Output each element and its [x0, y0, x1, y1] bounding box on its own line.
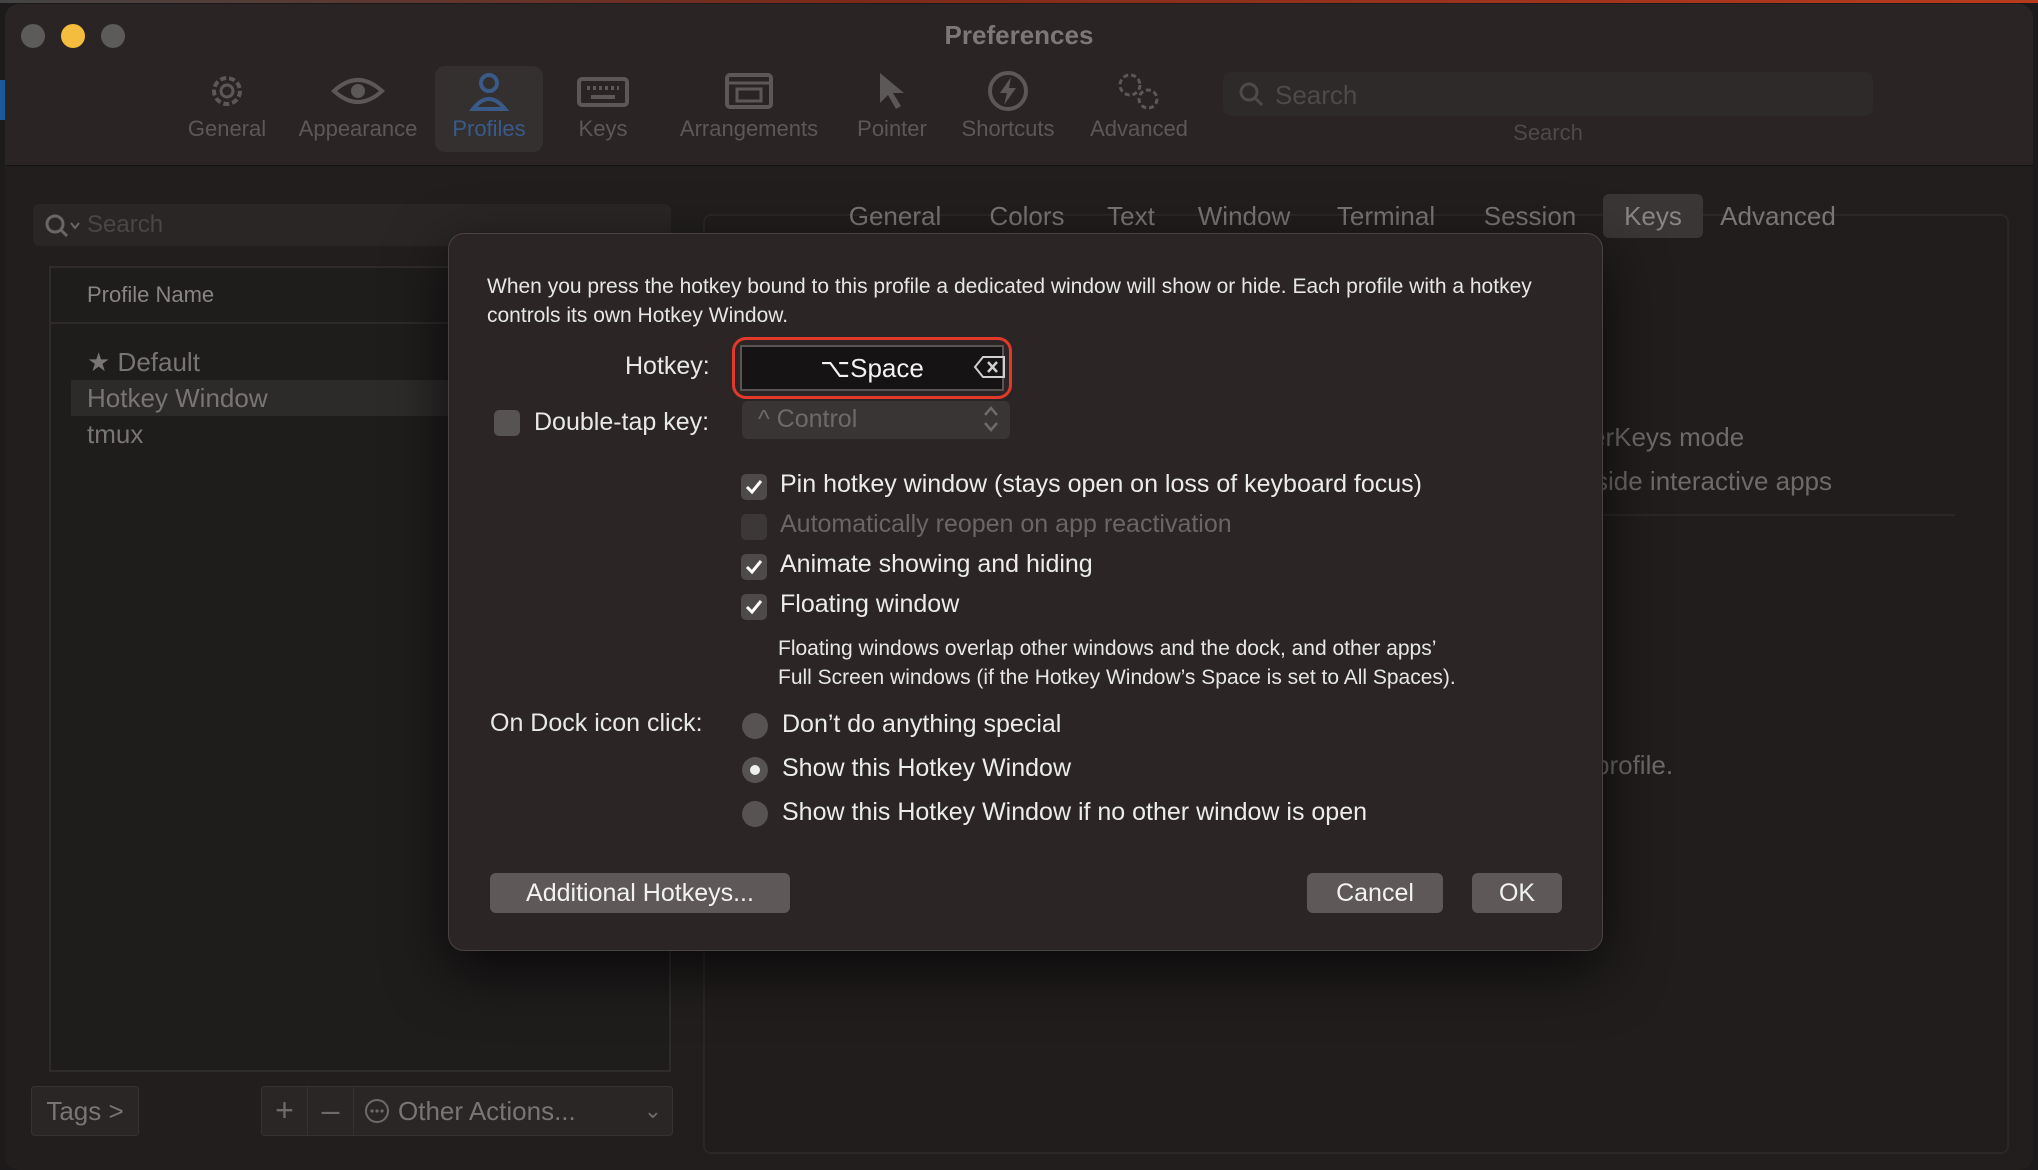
animate-showing-checkbox[interactable] — [741, 554, 767, 580]
tab-text[interactable]: Text — [1089, 194, 1173, 238]
dock-option-nothing-radio[interactable] — [742, 713, 768, 739]
dock-option-nothing-label: Don’t do anything special — [782, 710, 1062, 738]
double-tap-key-select[interactable]: ^ Control — [742, 401, 1010, 439]
hotkey-label: Hotkey: — [625, 352, 710, 380]
hotkey-recorder-field[interactable]: ⌥Space — [740, 345, 1004, 391]
cancel-button[interactable]: Cancel — [1307, 873, 1443, 913]
remove-profile-button[interactable]: – — [308, 1087, 354, 1135]
clear-hotkey-icon[interactable] — [973, 354, 1007, 385]
pin-hotkey-window-checkbox[interactable] — [741, 474, 767, 500]
auto-reopen-checkbox — [741, 514, 767, 540]
toolbar-search-input[interactable]: Search — [1223, 72, 1873, 116]
tab-advanced[interactable]: Advanced — [1713, 194, 1843, 238]
toolbar-general[interactable]: General — [173, 66, 281, 152]
auto-reopen-label: Automatically reopen on app reactivation — [780, 510, 1232, 538]
updown-chevron-icon — [982, 403, 1000, 439]
dialog-description: When you press the hotkey bound to this … — [487, 275, 1532, 327]
toolbar-keys[interactable]: Keys — [553, 66, 653, 152]
preferences-window: Preferences General Appearance Profiles … — [5, 4, 2033, 1170]
floating-window-checkbox[interactable] — [741, 594, 767, 620]
pointer-icon — [845, 66, 939, 114]
dock-option-show-label: Show this Hotkey Window — [782, 754, 1072, 782]
gears-icon — [1081, 66, 1197, 114]
dock-click-label: On Dock icon click: — [490, 709, 703, 737]
star-icon: ★ — [87, 347, 111, 377]
tab-colors[interactable]: Colors — [975, 194, 1079, 238]
tab-general[interactable]: General — [825, 194, 965, 238]
checkmark-icon — [745, 480, 763, 495]
toolbar-profiles[interactable]: Profiles — [435, 66, 543, 152]
search-icon — [43, 212, 83, 245]
toolbar-arrangements[interactable]: Arrangements — [665, 66, 833, 152]
person-icon — [435, 66, 543, 114]
profile-search-placeholder: Search — [87, 211, 164, 238]
dock-option-show-radio[interactable] — [742, 757, 768, 783]
chevron-down-icon[interactable]: ⌄ — [644, 1087, 662, 1135]
tab-keys[interactable]: Keys — [1603, 194, 1703, 238]
checkmark-icon — [745, 600, 763, 615]
tab-window[interactable]: Window — [1183, 194, 1305, 238]
tags-button[interactable]: Tags > — [31, 1086, 139, 1136]
background-text-fragment: side interactive apps — [1595, 466, 1833, 496]
background-text-fragment: erKeys mode — [1591, 422, 1745, 452]
additional-hotkeys-button[interactable]: Additional Hotkeys... — [490, 873, 790, 913]
toolbar-search-placeholder: Search — [1275, 80, 1358, 110]
other-actions-button[interactable]: Other Actions... — [398, 1087, 576, 1135]
window-accent-line — [0, 0, 2038, 3]
background-divider — [1595, 514, 1955, 516]
keyboard-icon — [553, 66, 653, 114]
search-icon — [1237, 80, 1265, 113]
window-title: Preferences — [944, 20, 1094, 50]
floating-window-label: Floating window — [780, 590, 960, 618]
ellipsis-circle-icon — [364, 1098, 390, 1129]
toolbar-advanced[interactable]: Advanced — [1081, 66, 1197, 152]
lightning-icon — [953, 66, 1063, 114]
animate-showing-label: Animate showing and hiding — [780, 550, 1093, 578]
add-profile-button[interactable]: + — [262, 1087, 308, 1135]
toolbar: Preferences General Appearance Profiles … — [5, 4, 2033, 166]
double-tap-label: Double-tap key: — [534, 408, 710, 436]
pin-hotkey-window-label: Pin hotkey window (stays open on loss of… — [780, 470, 1423, 498]
toolbar-appearance[interactable]: Appearance — [293, 66, 423, 152]
ok-button[interactable]: OK — [1472, 873, 1562, 913]
dock-option-show-if-none-radio[interactable] — [742, 801, 768, 827]
toolbar-search-label: Search — [1513, 120, 1583, 145]
toolbar-shortcuts[interactable]: Shortcuts — [953, 66, 1063, 152]
eye-icon — [293, 66, 423, 114]
gear-icon — [173, 66, 281, 114]
tab-session[interactable]: Session — [1467, 194, 1593, 238]
profile-actions-bar: + – Other Actions... ⌄ — [261, 1086, 673, 1136]
dock-option-show-if-none-label: Show this Hotkey Window if no other wind… — [782, 798, 1368, 826]
double-tap-checkbox[interactable] — [494, 410, 520, 436]
toolbar-pointer[interactable]: Pointer — [845, 66, 939, 152]
tab-terminal[interactable]: Terminal — [1315, 194, 1457, 238]
checkmark-icon — [745, 560, 763, 575]
windows-icon — [665, 66, 833, 114]
background-text-fragment: profile. — [1595, 750, 1674, 780]
hotkey-window-dialog: When you press the hotkey bound to this … — [448, 233, 1603, 951]
floating-window-note: Floating windows overlap other windows a… — [778, 637, 1456, 689]
